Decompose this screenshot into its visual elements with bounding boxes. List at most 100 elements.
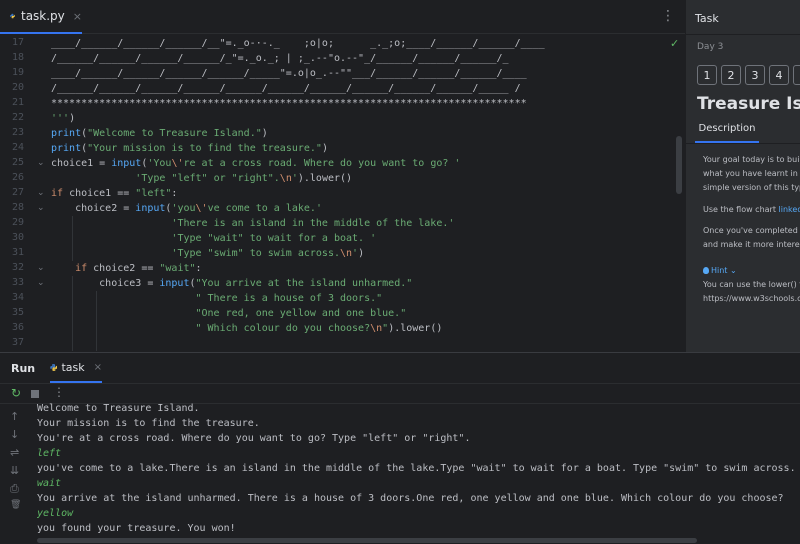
lightbulb-icon [703,267,709,274]
code-token: "You arrive at the island unharmed." [195,278,413,289]
fold-chevron-icon[interactable]: ⌄ [37,263,45,273]
code-token: : [195,263,202,274]
step-button-4[interactable]: 4 [769,65,789,85]
scroll-to-end-icon[interactable]: ⇊ [10,464,19,477]
step-button-5[interactable] [793,65,800,85]
rerun-icon[interactable]: ↻ [11,386,21,400]
code-token: ) [69,113,76,124]
indent-guide [96,336,98,351]
hint-text-line: https://www.w3schools.com [703,294,800,303]
tab-filename: task.py [20,9,65,23]
divider [0,383,800,384]
code-line: /______/______/______/______/_"=._o._; |… [51,51,509,66]
code-token: ) [358,248,365,259]
console-horizontal-scrollbar[interactable] [37,538,697,543]
task-heading: Treasure Islan [697,94,800,114]
console-user-input: left [37,448,62,459]
line-number: 30 [11,232,24,243]
code-token: choice2 == [93,263,160,274]
code-token: input [111,158,142,169]
console-output-line: Your mission is to find the treasure. [37,418,260,429]
code-token: ____/______/______/______/______/_____"=… [51,68,527,79]
line-number: 33 [11,277,24,288]
code-token: choice1 = [51,158,112,169]
step-button-2[interactable]: 2 [721,65,741,85]
hint-text-line: You can use the lower() func [703,280,800,289]
more-options-icon[interactable]: ⋮ [53,385,65,399]
code-line: " Which colour do you choose?\n").lower(… [51,321,443,336]
python-file-icon [50,363,58,371]
task-text-line: Your goal today is to build a [703,155,800,164]
line-number: 21 [11,97,24,108]
hint-toggle[interactable]: Hint ⌄ [703,266,737,275]
line-number-gutter: 17 18 19 20 21 22 23 24 25 ⌄ 26 27 ⌄ 28 ⌄ 29 30 31 32 ⌄ 33 ⌄ 3… [0,34,48,352]
editor-scrollbar[interactable] [676,136,682,194]
line-number: 25 [11,157,24,168]
close-icon[interactable]: × [94,362,102,373]
code-token: "One red, one yellow and one blue." [195,308,407,319]
code-token: if [51,188,70,199]
python-file-icon [10,13,15,19]
code-token: choice3 = [51,278,160,289]
tab-task-py[interactable]: task.py × [0,0,82,34]
code-token: " Which colour do you choose? [195,323,371,334]
step-button-3[interactable]: 3 [745,65,765,85]
fold-chevron-icon[interactable]: ⌄ [37,203,45,213]
step-button-1[interactable]: 1 [697,65,717,85]
more-options-icon[interactable]: ⋮ [661,8,675,24]
code-token: 'There is an island in the middle of the… [171,218,455,229]
scroll-up-icon[interactable]: ↑ [10,410,19,423]
task-text-line: Use the flow chart linked he [703,205,800,214]
code-token: \n [279,173,292,184]
code-line: choice3 = input("You arrive at the islan… [51,276,412,291]
code-line: print("Welcome to Treasure Island.") [51,126,268,141]
code-line: if choice2 == "wait": [51,261,202,276]
code-token: re at a cross road. Where do you want to… [183,158,461,169]
stop-icon[interactable] [31,390,39,398]
line-number: 23 [11,127,24,138]
code-token: "Your mission is to find the treasure." [87,143,322,154]
flow-chart-link[interactable]: linked he [779,205,800,214]
console-output[interactable]: Welcome to Treasure Island. Your mission … [37,403,797,539]
line-number: 29 [11,217,24,228]
line-number: 27 [11,187,24,198]
code-token: ).lower() [388,323,443,334]
fold-chevron-icon[interactable]: ⌄ [37,278,45,288]
line-number: 32 [11,262,24,273]
run-tab-task[interactable]: task × [50,353,102,383]
fold-chevron-icon[interactable]: ⌄ [37,158,45,168]
trash-icon[interactable]: 🗑 [10,500,21,510]
scroll-down-icon[interactable]: ↓ [10,428,19,441]
code-token: 'Type "wait" to wait for a boat. ' [171,233,377,244]
code-token: /______/______/______/______/______/____… [51,83,521,94]
console-output-line: you've come to a lake.There is an island… [37,463,796,474]
code-line: choice2 = input('you\'ve come to a lake.… [51,201,322,216]
line-number: 22 [11,112,24,123]
code-line: 'Type "left" or "right".\n').lower() [51,171,352,186]
code-area[interactable]: ____/______/______/______/__"=._o-·-._ ;… [51,34,681,352]
task-text-line: simple version of this type o [703,183,800,192]
editor-pane: task.py × ⋮ 17 18 19 20 21 22 23 24 25 ⌄ 26 27 ⌄ 28 ⌄ 2… [0,0,685,352]
code-token: print [51,128,82,139]
print-icon[interactable]: ⎙ [10,482,19,496]
task-panel: Task Day 3 1 2 3 4 Treasure Islan Descri… [685,0,800,352]
code-token: ''' [51,113,70,124]
fold-chevron-icon[interactable]: ⌄ [37,188,45,198]
code-token: \n [370,323,383,334]
divider [686,143,800,144]
console-output-line: You're at a cross road. Where do you wan… [37,433,471,444]
code-token: input [135,203,166,214]
tab-description[interactable]: Description [695,117,759,143]
code-token: " There is a house of 3 doors." [195,293,383,304]
soft-wrap-icon[interactable]: ⇌ [10,446,19,459]
close-icon[interactable]: × [73,10,82,23]
line-number: 37 [11,337,24,348]
line-number: 34 [11,292,24,303]
code-line: /______/______/______/______/______/____… [51,81,521,96]
